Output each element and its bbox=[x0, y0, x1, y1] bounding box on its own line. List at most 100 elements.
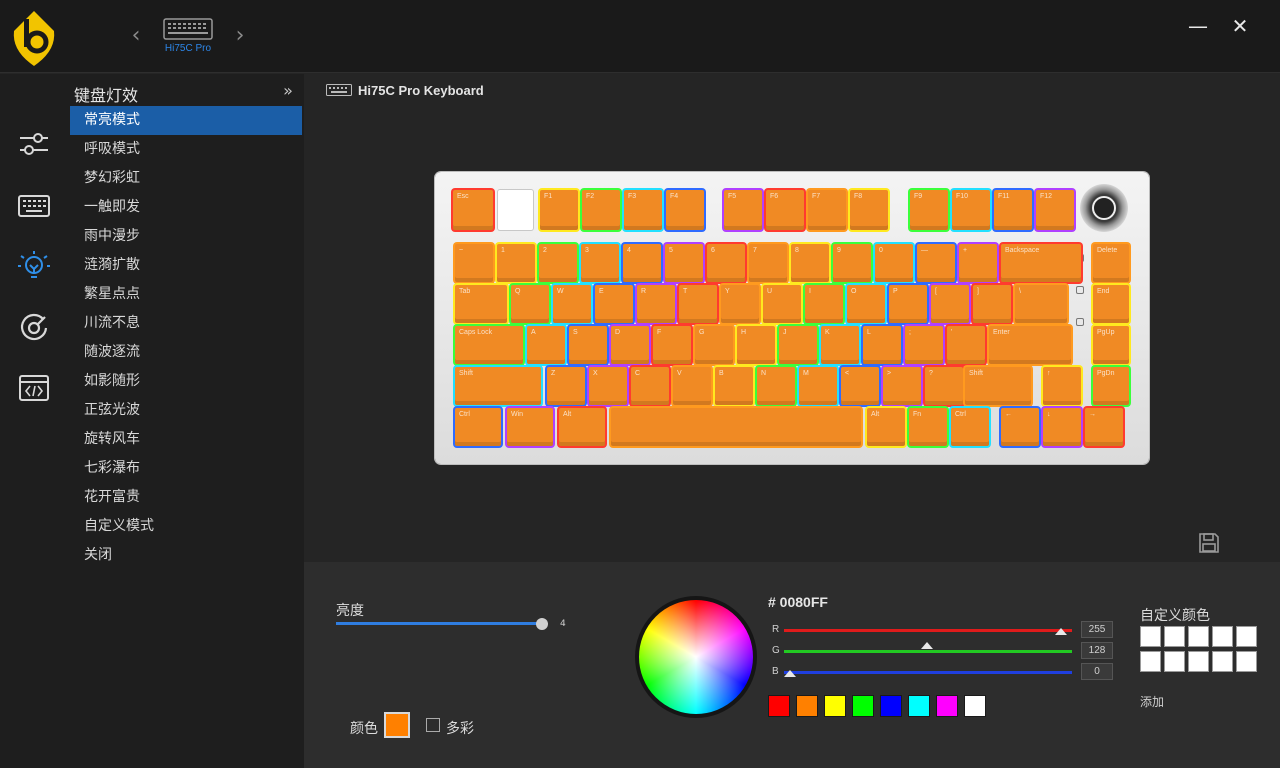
keyboard-key[interactable]: Caps Lock bbox=[455, 326, 523, 364]
keyboard-key[interactable]: 1 bbox=[497, 244, 535, 282]
keyboard-key[interactable]: ↑ bbox=[1043, 367, 1081, 405]
keyboard-key[interactable]: F9 bbox=[910, 190, 948, 230]
keyboard-key[interactable]: H bbox=[737, 326, 775, 364]
keyboard-key[interactable]: → bbox=[1085, 408, 1123, 446]
keyboard-key[interactable]: Delete bbox=[1093, 244, 1129, 282]
preset-color-swatch[interactable] bbox=[768, 695, 790, 717]
close-button[interactable]: ✕ bbox=[1228, 14, 1252, 38]
disc-icon[interactable] bbox=[14, 310, 54, 346]
add-custom-color-button[interactable]: 添加 bbox=[1140, 693, 1164, 710]
keyboard-key[interactable]: Q bbox=[511, 285, 549, 323]
keyboard-key[interactable]: U bbox=[763, 285, 801, 323]
keyboard-key[interactable]: ? bbox=[925, 367, 963, 405]
preset-color-swatch[interactable] bbox=[880, 695, 902, 717]
keyboard-key[interactable]: 4 bbox=[623, 244, 661, 282]
custom-color-cell[interactable] bbox=[1140, 651, 1161, 672]
keyboard-key[interactable]: F10 bbox=[952, 190, 990, 230]
brightness-thumb[interactable] bbox=[536, 618, 548, 630]
keyboard-key[interactable]: ] bbox=[973, 285, 1011, 323]
keyboard-key[interactable]: Shift bbox=[455, 367, 541, 405]
keyboard-key[interactable]: Fn bbox=[909, 408, 947, 446]
multicolor-checkbox[interactable] bbox=[426, 718, 440, 732]
custom-color-cell[interactable] bbox=[1212, 651, 1233, 672]
keyboard-key[interactable] bbox=[498, 190, 533, 230]
current-color-swatch[interactable] bbox=[384, 712, 410, 738]
keyboard-key[interactable]: F4 bbox=[666, 190, 704, 230]
keyboard-key[interactable]: PgDn bbox=[1093, 367, 1129, 405]
effect-item[interactable]: 雨中漫步 bbox=[70, 222, 302, 251]
effect-item[interactable]: 正弦光波 bbox=[70, 396, 302, 425]
keyboard-key[interactable]: Win bbox=[507, 408, 553, 446]
green-value[interactable]: 128 bbox=[1081, 642, 1113, 659]
keyboard-key[interactable]: F5 bbox=[724, 190, 762, 230]
keyboard-key[interactable]: F7 bbox=[808, 190, 846, 230]
effect-item[interactable]: 梦幻彩虹 bbox=[70, 164, 302, 193]
keyboard-key[interactable]: F12 bbox=[1036, 190, 1074, 230]
keyboard-key[interactable]: G bbox=[695, 326, 733, 364]
keyboard-key[interactable]: Enter bbox=[989, 326, 1071, 364]
keyboard-key[interactable]: K bbox=[821, 326, 859, 364]
keyboard-key[interactable]: Esc bbox=[453, 190, 493, 230]
keyboard-key[interactable]: Ctrl bbox=[455, 408, 501, 446]
keyboard-key[interactable]: ' bbox=[947, 326, 985, 364]
effect-item[interactable]: 如影随形 bbox=[70, 367, 302, 396]
custom-color-cell[interactable] bbox=[1236, 626, 1257, 647]
keyboard-key[interactable]: < bbox=[841, 367, 879, 405]
keyboard-key[interactable]: F2 bbox=[582, 190, 620, 230]
sliders-icon[interactable] bbox=[14, 126, 54, 162]
keyboard-key[interactable]: ; bbox=[905, 326, 943, 364]
effect-item[interactable]: 呼吸模式 bbox=[70, 135, 302, 164]
keyboard-key[interactable]: 6 bbox=[707, 244, 745, 282]
blue-value[interactable]: 0 bbox=[1081, 663, 1113, 680]
custom-color-cell[interactable] bbox=[1140, 626, 1161, 647]
red-value[interactable]: 255 bbox=[1081, 621, 1113, 638]
effect-item[interactable]: 关闭 bbox=[70, 541, 302, 570]
code-icon[interactable] bbox=[14, 370, 54, 406]
red-slider-thumb[interactable] bbox=[1055, 628, 1067, 635]
keyboard-key[interactable]: F3 bbox=[624, 190, 662, 230]
keyboard-key[interactable]: + bbox=[959, 244, 997, 282]
keyboard-key[interactable]: Y bbox=[721, 285, 759, 323]
keyboard-key[interactable]: D bbox=[611, 326, 649, 364]
keyboard-key[interactable]: M bbox=[799, 367, 837, 405]
effect-item[interactable]: 川流不息 bbox=[70, 309, 302, 338]
keyboard-key[interactable]: Tab bbox=[455, 285, 507, 323]
effect-item[interactable]: 常亮模式 bbox=[70, 106, 302, 135]
keyboard-icon[interactable] bbox=[14, 188, 54, 224]
keyboard-key[interactable]: T bbox=[679, 285, 717, 323]
custom-color-cell[interactable] bbox=[1188, 651, 1209, 672]
effect-item[interactable]: 繁星点点 bbox=[70, 280, 302, 309]
preset-color-swatch[interactable] bbox=[908, 695, 930, 717]
red-slider[interactable] bbox=[784, 629, 1072, 632]
keyboard-key[interactable]: PgUp bbox=[1093, 326, 1129, 364]
keyboard-key[interactable]: 9 bbox=[833, 244, 871, 282]
effect-item[interactable]: 自定义模式 bbox=[70, 512, 302, 541]
preset-color-swatch[interactable] bbox=[824, 695, 846, 717]
keyboard-key[interactable]: R bbox=[637, 285, 675, 323]
keyboard-key[interactable]: 7 bbox=[749, 244, 787, 282]
keyboard-key[interactable]: Alt bbox=[867, 408, 905, 446]
chevron-left-icon[interactable]: ‹ bbox=[128, 24, 144, 48]
keyboard-key[interactable]: Alt bbox=[559, 408, 605, 446]
keyboard-key[interactable]: V bbox=[673, 367, 711, 405]
preset-color-swatch[interactable] bbox=[936, 695, 958, 717]
keyboard-key[interactable]: 0 bbox=[875, 244, 913, 282]
save-icon[interactable] bbox=[1198, 532, 1220, 554]
effect-item[interactable]: 旋转风车 bbox=[70, 425, 302, 454]
color-wheel[interactable] bbox=[635, 596, 757, 718]
minimize-button[interactable]: — bbox=[1186, 14, 1210, 38]
keyboard-key[interactable]: F1 bbox=[540, 190, 578, 230]
collapse-icon[interactable]: » bbox=[278, 80, 298, 102]
preset-color-swatch[interactable] bbox=[796, 695, 818, 717]
blue-slider[interactable] bbox=[784, 671, 1072, 674]
volume-knob[interactable] bbox=[1080, 184, 1128, 232]
keyboard-key[interactable]: J bbox=[779, 326, 817, 364]
keyboard-key[interactable]: A bbox=[527, 326, 565, 364]
keyboard-key[interactable]: Backspace bbox=[1001, 244, 1081, 282]
chevron-right-icon[interactable]: › bbox=[232, 24, 248, 48]
keyboard-key[interactable]: Shift bbox=[965, 367, 1031, 405]
keyboard-key[interactable]: S bbox=[569, 326, 607, 364]
keyboard-key[interactable]: X bbox=[589, 367, 627, 405]
preset-color-swatch[interactable] bbox=[852, 695, 874, 717]
effect-item[interactable]: 花开富贵 bbox=[70, 483, 302, 512]
